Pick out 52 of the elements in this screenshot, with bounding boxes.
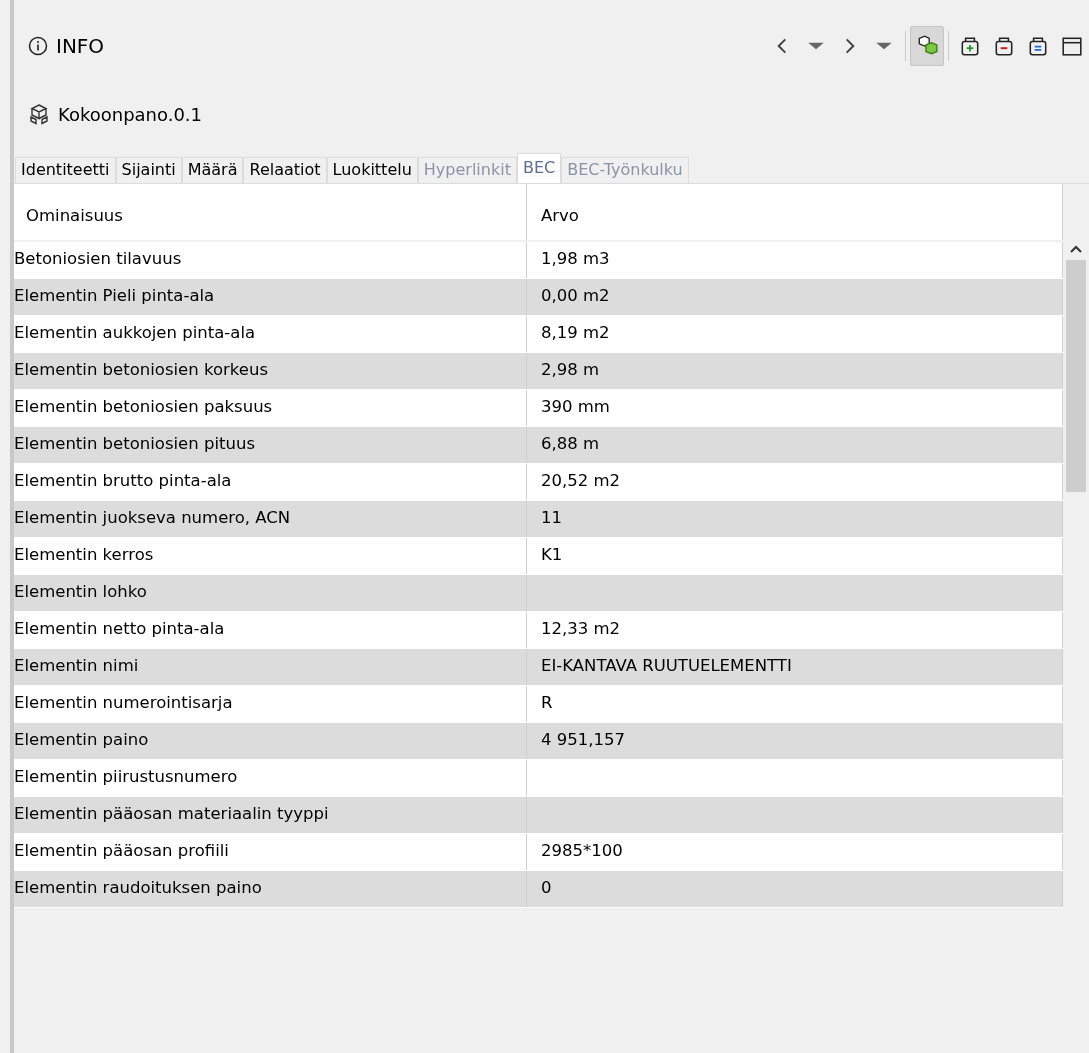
tab[interactable]: Relaatiot xyxy=(243,157,327,183)
property-name: Elementin lohko xyxy=(14,582,147,601)
property-name: Elementin betoniosien korkeus xyxy=(14,360,268,379)
property-value: 12,33 m2 xyxy=(541,619,621,638)
property-value: 0,00 m2 xyxy=(541,286,610,305)
scrollbar-thumb[interactable] xyxy=(1066,260,1086,492)
window-icon xyxy=(1061,35,1083,57)
property-name: Elementin pääosan materiaalin tyyppi xyxy=(14,804,329,823)
property-name: Elementin Pieli pinta-ala xyxy=(14,286,215,305)
property-name: Elementin paino xyxy=(14,730,149,749)
property-value: K1 xyxy=(541,545,563,564)
property-value: 6,88 m xyxy=(541,434,600,453)
column-header[interactable]: Ominaisuus xyxy=(14,184,527,240)
property-value: 20,52 m2 xyxy=(541,471,621,490)
info-icon xyxy=(28,36,48,56)
property-value: 2,98 m xyxy=(541,360,600,379)
property-value: 1,98 m3 xyxy=(541,249,610,268)
property-name: Elementin betoniosien pituus xyxy=(14,434,255,453)
property-name: Elementin nimi xyxy=(14,656,139,675)
cube-icon xyxy=(28,103,50,125)
property-name: Elementin brutto pinta-ala xyxy=(14,471,232,490)
property-value: 0 xyxy=(541,878,552,897)
property-name: Elementin betoniosien paksuus xyxy=(14,397,273,416)
property-value: 2985*100 xyxy=(541,841,623,860)
property-value: EI-KANTAVA RUUTUELEMENTTI xyxy=(541,656,792,675)
property-value: 8,19 m2 xyxy=(541,323,610,342)
tab[interactable]: Luokittelu xyxy=(326,157,418,183)
tab[interactable]: Sijainti xyxy=(115,157,182,183)
scroll-up-icon[interactable] xyxy=(1069,244,1083,254)
tab[interactable]: Identiteetti xyxy=(15,157,116,183)
bag-equal-icon xyxy=(1027,35,1049,57)
property-name: Elementin kerros xyxy=(14,545,154,564)
tab[interactable]: Määrä xyxy=(181,157,244,183)
property-name: Elementin raudoituksen paino xyxy=(14,878,262,897)
property-name: Elementin netto pinta-ala xyxy=(14,619,225,638)
panel-title: INFO xyxy=(56,33,105,60)
property-name: Elementin numerointisarja xyxy=(14,693,233,712)
cubes-icon xyxy=(916,35,938,57)
property-value: R xyxy=(541,693,553,712)
property-name: Betoniosien tilavuus xyxy=(14,249,182,268)
property-value: 11 xyxy=(541,508,562,527)
cubes-button[interactable] xyxy=(910,26,944,66)
property-name: Elementin aukkojen pinta-ala xyxy=(14,323,256,342)
bag-minus-icon xyxy=(993,35,1015,57)
bag-plus-icon xyxy=(959,35,981,57)
tab[interactable]: BEC xyxy=(516,153,562,183)
property-name: Elementin pääosan profiili xyxy=(14,841,229,860)
object-name: Kokoonpano.0.1 xyxy=(58,102,203,127)
property-name: Elementin piirustusnumero xyxy=(14,767,238,786)
property-name: Elementin juokseva numero, ACN xyxy=(14,508,291,527)
property-value: 4 951,157 xyxy=(541,730,625,749)
property-value: 390 mm xyxy=(541,397,610,416)
